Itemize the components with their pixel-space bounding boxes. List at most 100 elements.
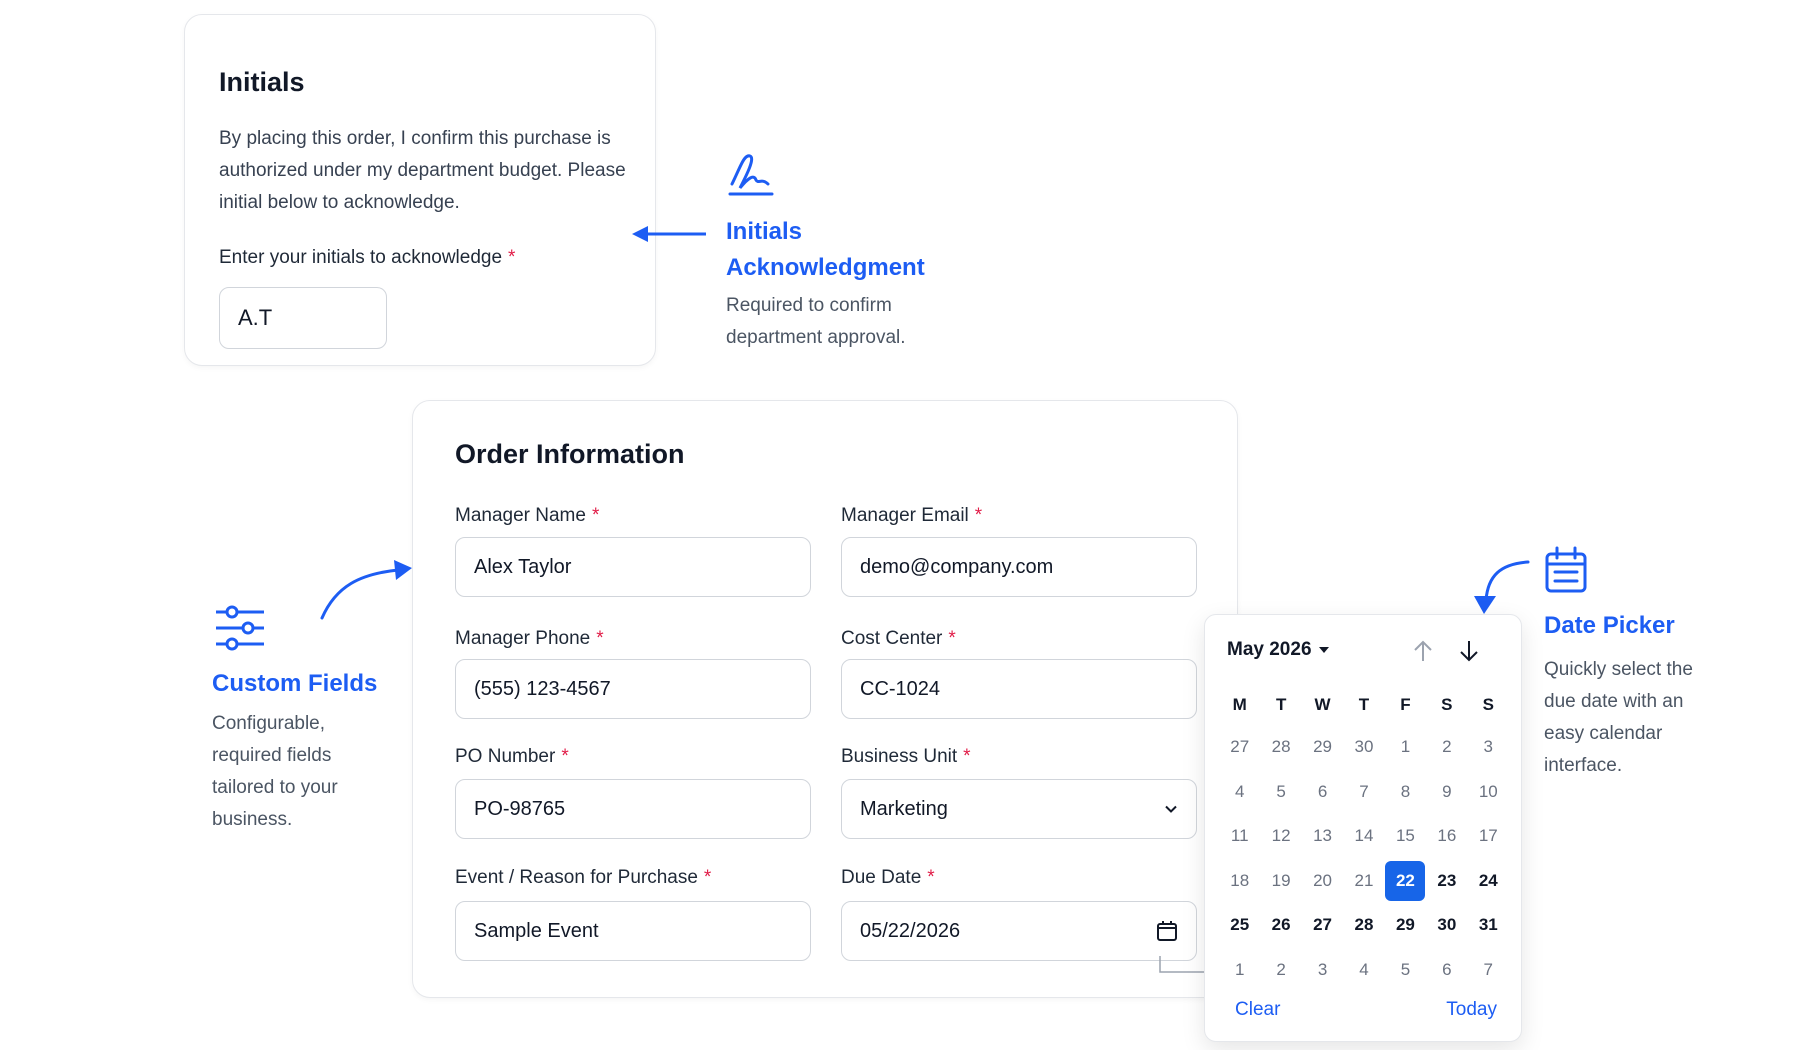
calendar-day[interactable]: 5 (1385, 950, 1426, 990)
initials-callout-title: Initials Acknowledgment (726, 218, 925, 281)
calendar-day[interactable]: 5 (1260, 772, 1301, 812)
calendar-week: 1234567 (1219, 948, 1509, 993)
initials-description: By placing this order, I confirm this pu… (219, 128, 626, 213)
calendar-day[interactable]: 17 (1468, 816, 1509, 856)
calendar-day[interactable]: 27 (1302, 905, 1343, 945)
manager-name-input[interactable]: Alex Taylor (455, 537, 811, 597)
calendar-day[interactable]: 28 (1343, 905, 1384, 945)
calendar-day[interactable]: 3 (1468, 727, 1509, 767)
order-information-title: Order Information (455, 439, 685, 469)
date-picker-callout-text: Quickly select the due date with an easy… (1544, 659, 1693, 776)
manager-email-label: Manager Email * (841, 505, 983, 526)
calendar-day[interactable]: 30 (1343, 727, 1384, 767)
manager-email-input[interactable]: demo@company.com (841, 537, 1197, 597)
calendar-day[interactable]: 6 (1426, 950, 1467, 990)
weekday-label: M (1232, 695, 1247, 714)
calendar-day[interactable]: 23 (1426, 861, 1467, 901)
calendar-day[interactable]: 30 (1426, 905, 1467, 945)
po-number-input[interactable]: PO-98765 (455, 779, 811, 839)
arrow-up-icon[interactable] (1409, 637, 1437, 665)
custom-fields-callout-title: Custom Fields (212, 670, 378, 697)
weekday-label: T (1275, 695, 1287, 714)
calendar-day[interactable]: 12 (1260, 816, 1301, 856)
calendar-week: 25 26 27 28 29 30 31 (1219, 903, 1509, 948)
weekday-label: W (1314, 695, 1331, 714)
calendar-day[interactable]: 29 (1302, 727, 1343, 767)
due-date-input[interactable]: 05/22/2026 (841, 901, 1197, 961)
due-date-label: Due Date * (841, 867, 935, 888)
caret-down-icon (1318, 647, 1329, 653)
calendar-day[interactable]: 8 (1385, 772, 1426, 812)
order-information-card: Order Information Manager Name * Alex Tay… (412, 400, 1238, 998)
calendar-day[interactable]: 10 (1468, 772, 1509, 812)
month-label: May 2026 (1227, 639, 1312, 660)
calendar-day[interactable]: 18 (1219, 861, 1260, 901)
calendar-icon[interactable] (1156, 920, 1178, 942)
business-unit-select[interactable]: Marketing (841, 779, 1197, 839)
date-picker-arrow (1474, 560, 1530, 614)
calendar-day-selected[interactable]: 22 (1385, 860, 1426, 901)
date-picker-callout-title: Date Picker (1544, 612, 1675, 639)
month-selector[interactable]: May 2026 (1227, 639, 1330, 661)
cost-center-label: Cost Center * (841, 628, 956, 649)
weekday-label: S (1441, 695, 1453, 714)
calendar-day[interactable]: 4 (1343, 950, 1384, 990)
calendar-day[interactable]: 4 (1219, 772, 1260, 812)
initials-arrow (632, 226, 706, 242)
calendar-day[interactable]: 27 (1219, 727, 1260, 767)
calendar-day[interactable]: 21 (1343, 861, 1384, 901)
calendar-day[interactable]: 29 (1385, 905, 1426, 945)
custom-fields-callout-text: Configurable, required fields tailored t… (212, 713, 338, 830)
calendar-day[interactable]: 24 (1468, 861, 1509, 901)
signature-icon (728, 154, 774, 196)
chevron-down-icon (1165, 805, 1177, 813)
clear-button[interactable]: Clear (1235, 999, 1280, 1021)
calendar-day[interactable]: 7 (1468, 950, 1509, 990)
event-reason-label: Event / Reason for Purchase * (455, 867, 712, 888)
initials-title: Initials (219, 67, 305, 97)
initials-card: Initials By placing this order, I confir… (184, 14, 656, 366)
po-number-label: PO Number * (455, 746, 569, 767)
calendar-day[interactable]: 26 (1260, 905, 1301, 945)
calendar-day[interactable]: 19 (1260, 861, 1301, 901)
calendar-day[interactable]: 1 (1219, 950, 1260, 990)
business-unit-label: Business Unit * (841, 746, 971, 767)
calendar-day[interactable]: 25 (1219, 905, 1260, 945)
calendar-day[interactable]: 20 (1302, 861, 1343, 901)
calendar-day[interactable]: 6 (1302, 772, 1343, 812)
calendar-connector (1159, 956, 1206, 973)
event-reason-input[interactable]: Sample Event (455, 901, 811, 961)
calendar-day[interactable]: 1 (1385, 727, 1426, 767)
custom-fields-arrow (320, 560, 412, 620)
calendar-day[interactable]: 2 (1260, 950, 1301, 990)
initials-field-label: Enter your initials to acknowledge * (219, 247, 516, 268)
weekday-header: MTWTFSS (1219, 685, 1509, 725)
arrow-down-icon[interactable] (1455, 637, 1483, 665)
calendar-day[interactable]: 9 (1426, 772, 1467, 812)
calendar-day[interactable]: 14 (1343, 816, 1384, 856)
calendar-day[interactable]: 13 (1302, 816, 1343, 856)
calendar-day[interactable]: 15 (1385, 816, 1426, 856)
calendar-day[interactable]: 2 (1426, 727, 1467, 767)
weekday-label: T (1358, 695, 1370, 714)
cost-center-input[interactable]: CC-1024 (841, 659, 1197, 719)
today-button[interactable]: Today (1446, 999, 1497, 1021)
calendar-day[interactable]: 31 (1468, 905, 1509, 945)
calendar-week: 4 5 6 7 8 9 10 (1219, 770, 1509, 815)
manager-phone-input[interactable]: (555) 123-4567 (455, 659, 811, 719)
weekday-label: F (1400, 695, 1411, 714)
calendar-week: 18 19 20 21 22 23 24 (1219, 859, 1509, 904)
sliders-icon (216, 605, 264, 651)
date-picker-popup: May 2026 M T W T F S S 27 28 29 30 1 2 3 4 5 6 7 8 9 10 11 12 1… (1204, 614, 1522, 1042)
calendar-day[interactable]: 3 (1302, 950, 1343, 990)
calendar-day[interactable]: 28 (1260, 727, 1301, 767)
calendar-week: 27 28 29 30 1 2 3 (1219, 725, 1509, 770)
calendar-day[interactable]: 11 (1219, 816, 1260, 856)
manager-phone-label: Manager Phone * (455, 628, 604, 649)
manager-name-label: Manager Name * (455, 505, 600, 526)
calendar-day[interactable]: 16 (1426, 816, 1467, 856)
calendar-week: 11 12 13 14 15 16 17 (1219, 814, 1509, 859)
initials-input[interactable] (219, 287, 387, 349)
weekday-label: S (1482, 695, 1494, 714)
calendar-day[interactable]: 7 (1343, 772, 1384, 812)
